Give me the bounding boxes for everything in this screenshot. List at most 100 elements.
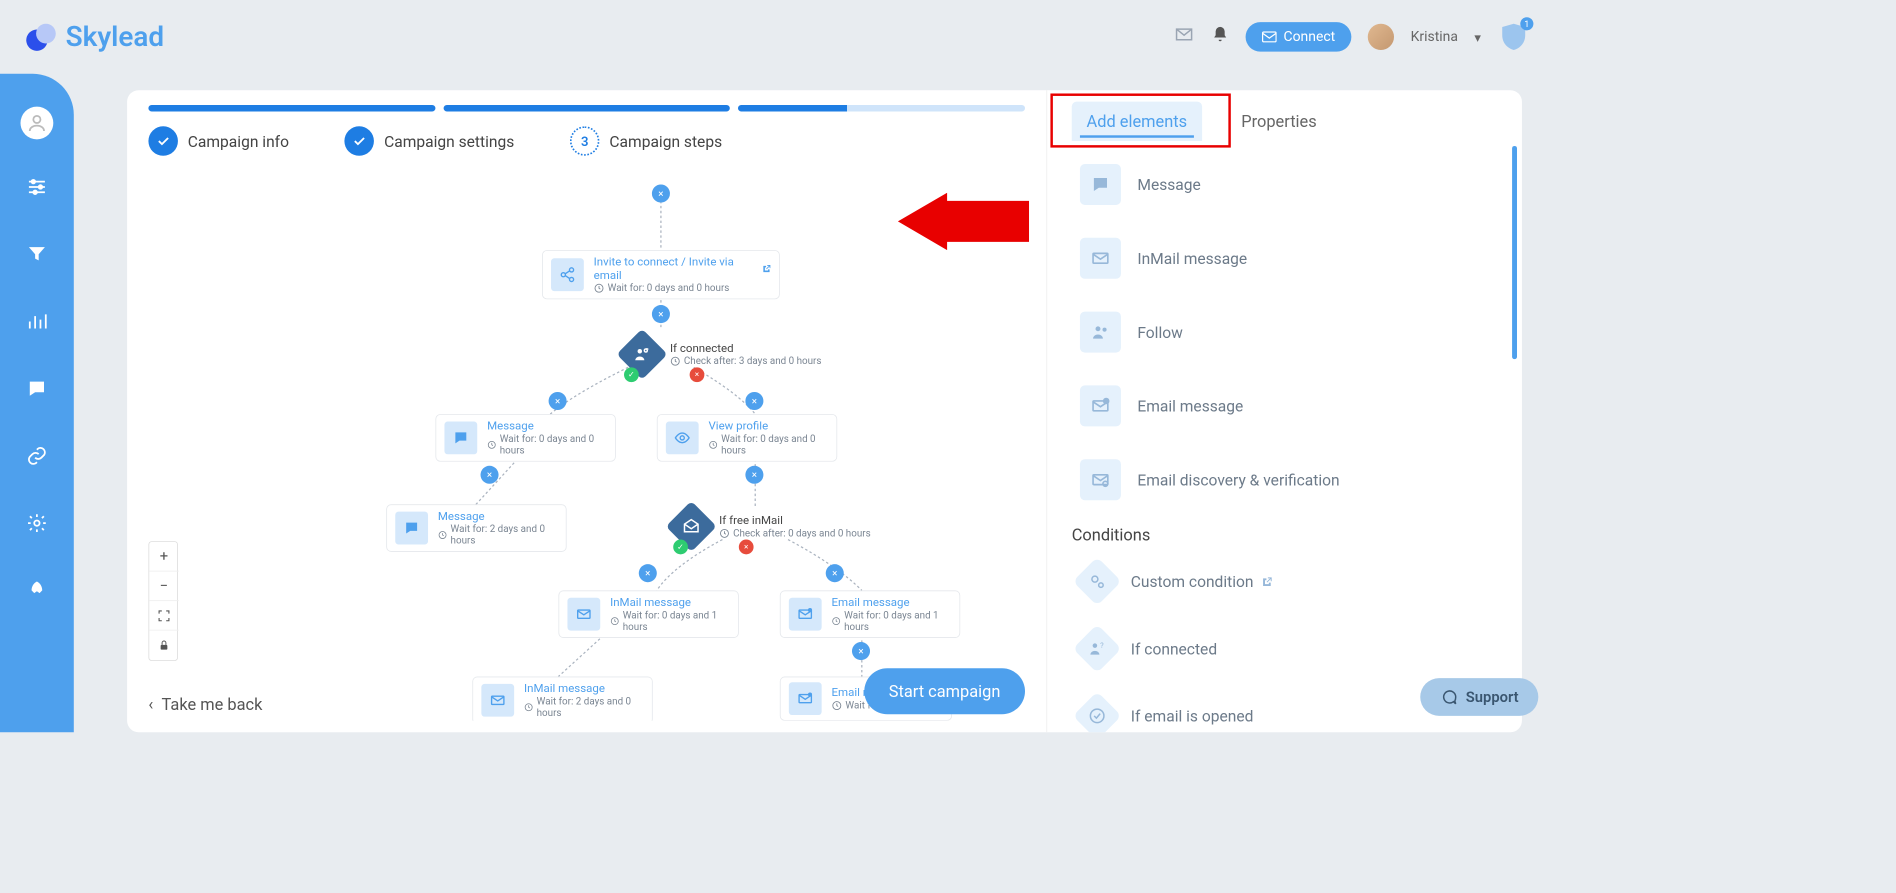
clock-icon	[708, 439, 717, 450]
node-view-profile[interactable]: View profile Wait for: 0 days and 0 hour…	[657, 414, 837, 462]
no-port-icon[interactable]: ×	[739, 540, 754, 555]
clock-icon	[594, 282, 605, 293]
share-icon	[551, 258, 584, 291]
tab-add-elements[interactable]: Add elements	[1072, 102, 1202, 141]
element-discovery[interactable]: Email discovery & verification	[1072, 448, 1498, 512]
node-title: If free inMail	[719, 514, 871, 527]
node-sub: Wait for: 0 days and 1 hours	[831, 609, 951, 632]
node-if-free-inmail[interactable]: If free inMail Check after: 0 days and 0…	[673, 508, 870, 544]
node-inmail-2[interactable]: InMail message Wait for: 2 days and 0 ho…	[472, 677, 652, 721]
no-port-icon[interactable]: ×	[690, 367, 705, 382]
support-button[interactable]: Support	[1420, 678, 1538, 716]
mail-icon[interactable]	[1174, 25, 1195, 48]
sidebar-item-sliders[interactable]	[17, 167, 56, 206]
node-email-1[interactable]: Email message Wait for: 0 days and 1 hou…	[780, 590, 960, 638]
close-port-icon[interactable]: ×	[852, 642, 870, 660]
wizard-step-3[interactable]: 3 Campaign steps	[570, 126, 722, 156]
external-link-icon	[761, 264, 770, 274]
eye-icon	[666, 421, 699, 454]
node-title: Invite to connect / Invite via email	[594, 256, 771, 282]
logo-icon	[25, 21, 58, 54]
element-email[interactable]: Email message	[1072, 374, 1498, 438]
node-title: Message	[487, 420, 534, 433]
support-label: Support	[1466, 688, 1519, 705]
sidebar-item-settings[interactable]	[17, 503, 56, 542]
inmail-icon	[567, 598, 600, 631]
sidebar-item-chat[interactable]	[17, 369, 56, 408]
node-inmail-1[interactable]: InMail message Wait for: 0 days and 1 ho…	[558, 590, 738, 638]
node-if-connected[interactable]: ? If connected Check after: 3 days and 0…	[624, 336, 821, 372]
panel-tabs: Add elements Properties	[1072, 102, 1498, 141]
node-message-2[interactable]: Message Wait for: 2 days and 0 hours	[386, 504, 566, 552]
start-port-icon[interactable]: ×	[652, 185, 670, 203]
close-port-icon[interactable]: ×	[639, 564, 657, 582]
element-custom-condition[interactable]: Custom condition	[1072, 553, 1498, 610]
chevron-down-icon[interactable]: ▾	[1474, 29, 1481, 45]
clock-icon	[487, 439, 496, 450]
tab-properties[interactable]: Properties	[1226, 102, 1331, 141]
check-icon	[148, 126, 178, 156]
sidebar-item-link[interactable]	[17, 436, 56, 475]
sidebar-item-filter[interactable]	[17, 235, 56, 274]
sidebar-item-profile[interactable]	[21, 107, 54, 140]
node-sub: Wait for: 0 days and 0 hours	[708, 433, 828, 456]
element-inmail[interactable]: InMail message	[1072, 226, 1498, 290]
svg-text:?: ?	[1100, 641, 1104, 650]
yes-port-icon[interactable]: ✓	[673, 540, 688, 555]
progress-bar	[148, 105, 1025, 112]
bell-icon[interactable]	[1211, 25, 1229, 50]
sidebar-item-analytics[interactable]	[17, 302, 56, 341]
close-port-icon[interactable]: ×	[745, 392, 763, 410]
fit-screen-button[interactable]	[149, 601, 179, 631]
topbar: Skylead Connect Kristina ▾ 1	[0, 0, 1555, 74]
email-search-icon	[1080, 459, 1121, 500]
close-port-icon[interactable]: ×	[652, 305, 670, 323]
node-message-1[interactable]: Message Wait for: 0 days and 0 hours	[435, 414, 615, 462]
clock-icon	[438, 529, 447, 540]
element-label: If connected	[1131, 639, 1217, 658]
take-me-back-button[interactable]: ‹ Take me back	[148, 695, 262, 715]
node-invite[interactable]: Invite to connect / Invite via email Wai…	[542, 250, 780, 299]
lock-button[interactable]	[149, 631, 179, 661]
check-circle-icon	[1073, 692, 1122, 733]
clock-icon	[831, 700, 842, 711]
node-sub: Wait for: 0 days and 0 hours	[594, 282, 771, 293]
node-sub: Check after: 0 days and 0 hours	[719, 527, 871, 538]
sidebar-item-rocket[interactable]	[17, 571, 56, 610]
avatar[interactable]	[1368, 24, 1394, 50]
logo[interactable]: Skylead	[25, 21, 165, 54]
shield-badge[interactable]: 1	[1497, 21, 1530, 54]
element-label: Custom condition	[1131, 572, 1273, 591]
zoom-in-button[interactable]: +	[149, 542, 179, 572]
clock-icon	[719, 528, 730, 539]
wizard-step-1[interactable]: Campaign info	[148, 126, 289, 156]
canvas-area: Campaign info Campaign settings 3 Campai…	[127, 90, 1046, 732]
users-question-icon: ?	[1073, 624, 1122, 673]
chat-icon	[444, 421, 477, 454]
close-port-icon[interactable]: ×	[826, 564, 844, 582]
right-panel: Add elements Properties Message InMail m…	[1046, 90, 1522, 732]
zoom-out-button[interactable]: −	[149, 572, 179, 602]
external-link-icon	[1261, 577, 1272, 588]
element-if-connected[interactable]: ? If connected	[1072, 620, 1498, 677]
node-sub: Wait for: 2 days and 0 hours	[524, 695, 644, 718]
connect-button[interactable]: Connect	[1246, 22, 1352, 52]
wizard-step-2[interactable]: Campaign settings	[345, 126, 515, 156]
clock-icon	[670, 355, 681, 366]
zoom-controls: + −	[148, 541, 178, 661]
close-port-icon[interactable]: ×	[745, 466, 763, 484]
start-campaign-button[interactable]: Start campaign	[864, 668, 1025, 714]
yes-port-icon[interactable]: ✓	[624, 367, 639, 382]
scrollbar[interactable]	[1512, 146, 1517, 359]
close-port-icon[interactable]: ×	[549, 392, 567, 410]
node-sub: Check after: 3 days and 0 hours	[670, 355, 822, 366]
element-message[interactable]: Message	[1072, 153, 1498, 217]
close-port-icon[interactable]: ×	[481, 466, 499, 484]
progress-seg-1	[148, 105, 435, 112]
node-sub: Wait for: 0 days and 1 hours	[610, 609, 730, 632]
take-back-label: Take me back	[162, 695, 263, 715]
flow-viewport[interactable]: × Invite to connect / Invite via email	[148, 180, 1025, 720]
wizard-steps: Campaign info Campaign settings 3 Campai…	[148, 126, 1025, 156]
element-follow[interactable]: Follow	[1072, 300, 1498, 364]
node-sub: Wait for: 0 days and 0 hours	[487, 433, 607, 456]
